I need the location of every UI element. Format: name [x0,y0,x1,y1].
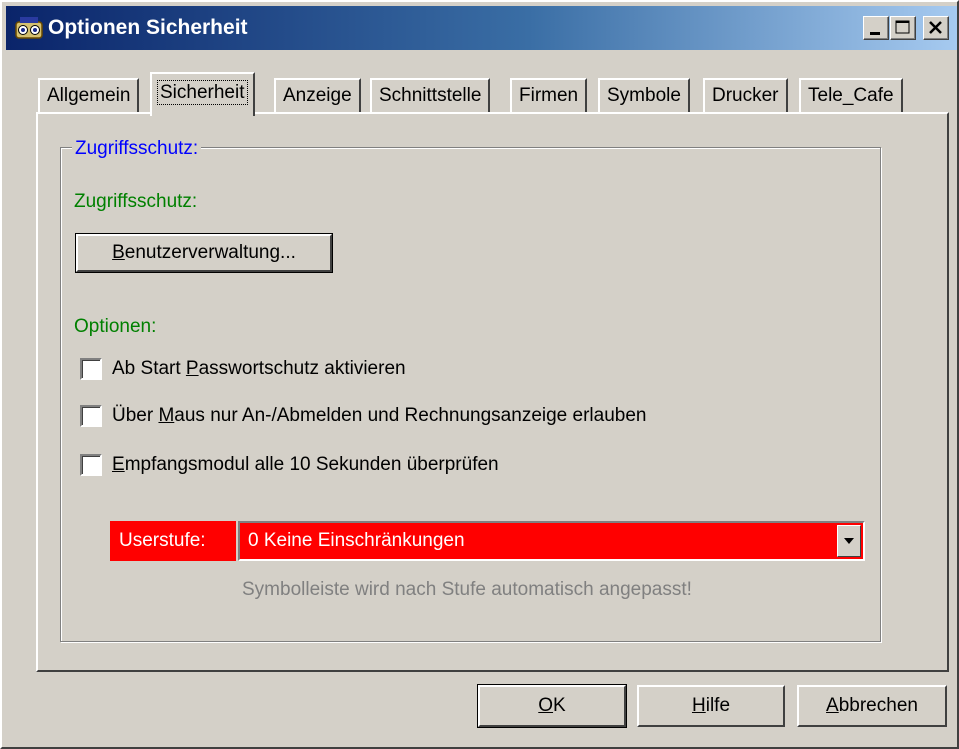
tab-label: Sicherheit [157,80,248,105]
button-text: bbrechen [838,695,918,716]
tab-allgemein[interactable]: Allgemein [38,78,140,113]
button-text: enutzerverwaltung... [124,242,296,263]
userstufe-label: Userstufe: [110,521,236,561]
window-title: Optionen Sicherheit [48,16,248,39]
button-mnemonic: A [826,695,839,716]
minimize-button[interactable] [863,16,889,40]
access-protection-group [60,147,881,642]
checkbox[interactable] [80,405,102,427]
title-bar[interactable]: Optionen Sicherheit [6,6,957,50]
user-admin-button[interactable]: Benutzerverwaltung... [75,233,333,273]
tab-anzeige[interactable]: Anzeige [274,78,361,113]
checkbox-label: Empfangsmodul alle 10 Sekunden überprüfe… [112,454,499,475]
options-dialog: Optionen Sicherheit Allgemein Sicherheit… [0,0,959,749]
tab-label: Schnittstelle [379,85,482,106]
access-protection-label: Zugriffsschutz: [74,191,198,212]
dropdown-button[interactable] [837,525,861,557]
cancel-button[interactable]: Abbrechen [797,685,947,727]
tab-label: Tele_Cafe [808,85,894,106]
button-mnemonic: O [538,695,554,716]
checkbox-label: Ab Start Passwortschutz aktivieren [112,358,406,379]
app-icon [15,17,43,39]
maximize-button[interactable] [890,16,916,40]
tab-firmen[interactable]: Firmen [510,78,588,113]
chevron-down-icon [844,538,854,544]
close-button[interactable] [923,16,949,40]
tab-tele-cafe[interactable]: Tele_Cafe [799,78,903,113]
tab-label: Anzeige [283,85,352,106]
checkbox-label: Über Maus nur An-/Abmelden und Rechnungs… [112,405,647,426]
maximize-icon [895,20,910,34]
tab-symbole[interactable]: Symbole [598,78,690,113]
minimize-icon [870,32,880,35]
options-label: Optionen: [74,316,157,337]
tab-sicherheit[interactable]: Sicherheit [150,72,255,116]
checkbox[interactable] [80,358,102,380]
userstufe-value: 0 Keine Einschränkungen [248,530,465,551]
help-button[interactable]: Hilfe [637,685,785,727]
tab-schnittstelle[interactable]: Schnittstelle [370,78,491,113]
group-title: Zugriffsschutz: [72,138,202,160]
button-text: K [553,695,566,716]
button-mnemonic: B [112,242,125,263]
close-icon [929,21,942,34]
tab-drucker[interactable]: Drucker [703,78,788,113]
ok-button[interactable]: OK [477,684,627,728]
checkbox[interactable] [80,454,102,476]
tab-label: Firmen [519,85,579,106]
userstufe-hint: Symbolleiste wird nach Stufe automatisch… [242,579,692,600]
tab-label: Drucker [712,85,779,106]
button-text: ilfe [705,695,731,716]
userstufe-select[interactable]: 0 Keine Einschränkungen [238,521,865,561]
tab-label: Allgemein [47,85,131,106]
button-mnemonic: H [691,695,706,716]
tab-label: Symbole [607,85,681,106]
